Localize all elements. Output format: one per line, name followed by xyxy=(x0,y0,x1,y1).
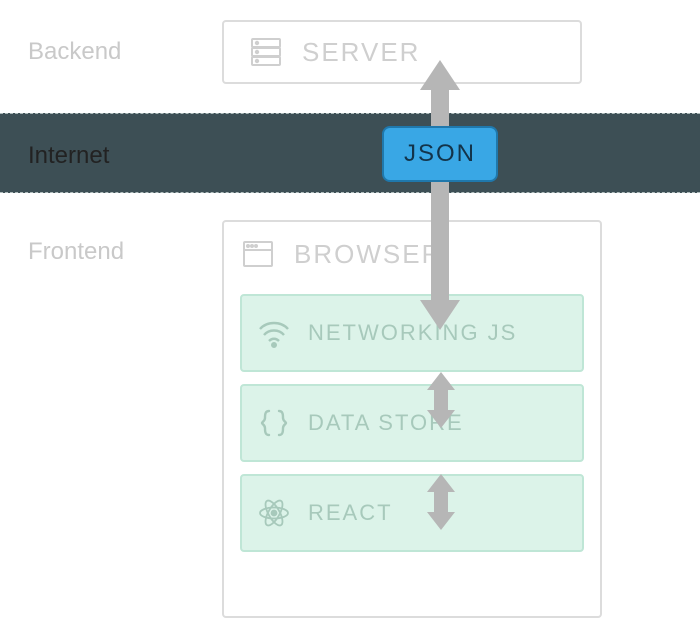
server-icon xyxy=(248,34,284,70)
browser-box: BROWSER NETWORKING JS DATA STORE xyxy=(222,220,602,618)
layer-datastore: DATA STORE xyxy=(240,384,584,462)
layer-networking: NETWORKING JS xyxy=(240,294,584,372)
layer-react-title: REACT xyxy=(308,500,393,526)
arrow-networking-datastore-icon xyxy=(426,372,456,428)
label-backend: Backend xyxy=(28,38,121,66)
layer-networking-title: NETWORKING JS xyxy=(308,320,517,346)
braces-icon xyxy=(256,405,292,441)
arrow-datastore-react-icon xyxy=(426,474,456,530)
label-internet: Internet xyxy=(28,142,109,170)
arrow-server-networking-icon xyxy=(418,60,462,330)
json-pill: JSON xyxy=(382,126,498,182)
server-box: SERVER xyxy=(222,20,582,84)
browser-header: BROWSER xyxy=(224,222,600,282)
wifi-icon xyxy=(256,315,292,351)
react-atom-icon xyxy=(256,495,292,531)
label-frontend: Frontend xyxy=(28,238,124,266)
server-title: SERVER xyxy=(302,37,420,68)
browser-window-icon xyxy=(240,236,276,272)
layer-react: REACT xyxy=(240,474,584,552)
